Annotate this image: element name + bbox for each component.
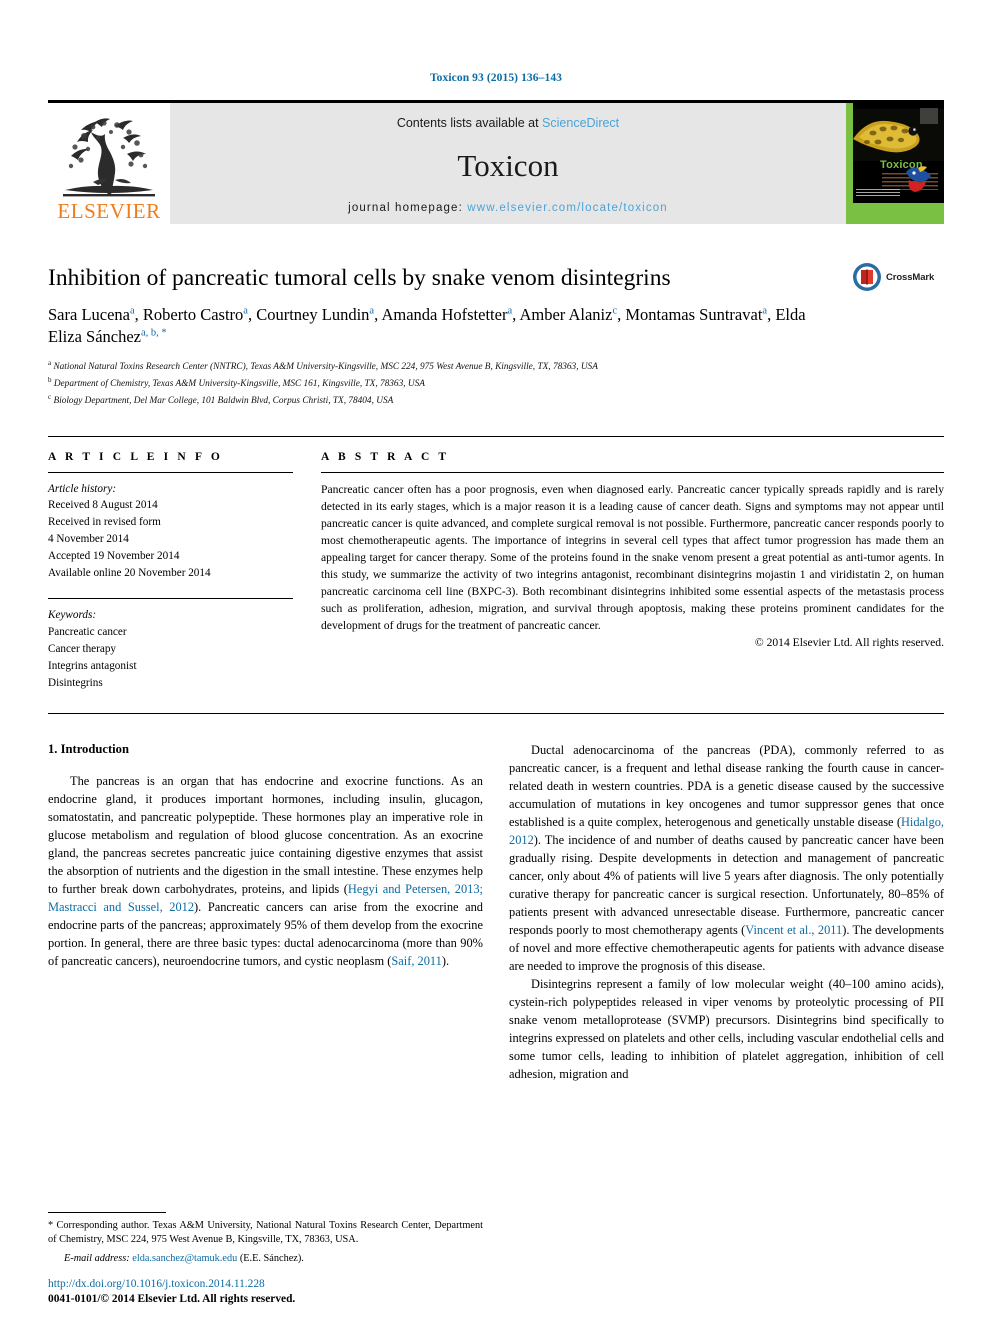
history-item: Available online 20 November 2014 [48, 566, 211, 579]
citation-link[interactable]: Vincent et al., 2011 [745, 923, 842, 937]
journal-masthead: ELSEVIER Contents lists available at Sci… [48, 100, 944, 224]
affiliation-text: Department of Chemistry, Texas A&M Unive… [53, 379, 425, 390]
footnote-text: * Corresponding author. Texas A&M Univer… [48, 1219, 483, 1267]
elsevier-wordmark: ELSEVIER [57, 199, 161, 223]
abstract-text: Pancreatic cancer often has a poor progn… [321, 482, 944, 632]
keyword-item: Pancreatic cancer [48, 626, 127, 639]
keywords-label: Keywords: [48, 609, 97, 622]
email-suffix: (E.E. Sánchez). [237, 1253, 304, 1265]
author-affil-mark[interactable]: a, b, * [141, 328, 167, 339]
cover-publisher-mark [920, 108, 938, 124]
author-entry: Courtney Lundina, [256, 305, 381, 324]
journal-cover-thumbnail: Toxicon [846, 103, 944, 224]
abstract-column: A B S T R A C T Pancreatic cancer often … [321, 451, 944, 692]
section-heading-introduction: 1. Introduction [48, 742, 129, 757]
abstract-divider [321, 471, 944, 473]
affiliation-mark: b [48, 376, 52, 385]
author-entry: Montamas Suntravata, [625, 305, 775, 324]
author-name: Montamas Suntravat [625, 304, 763, 324]
affiliation-list: a National Natural Toxins Research Cente… [48, 358, 944, 409]
history-item: 4 November 2014 [48, 533, 129, 545]
contents-available-line: Contents lists available at ScienceDirec… [397, 116, 619, 130]
homepage-label: journal homepage: [348, 202, 468, 214]
author-name: Roberto Castro [142, 304, 244, 324]
history-item: Received 8 August 2014 [48, 499, 158, 512]
citation-link[interactable]: Saif, 2011 [391, 954, 441, 968]
corresponding-author-footnote: * Corresponding author. Texas A&M Univer… [48, 1211, 483, 1267]
abstract-heading: A B S T R A C T [321, 450, 450, 463]
author-name: Courtney Lundin [256, 304, 370, 324]
footnote-body: Corresponding author. Texas A&M Universi… [48, 1219, 483, 1246]
affiliation-text: National Natural Toxins Research Center … [53, 362, 598, 373]
crossmark-label: CrossMark [886, 271, 935, 283]
keyword-item: Disintegrins [48, 676, 103, 689]
author-list: Sara Lucenaa, Roberto Castroa, Courtney … [48, 304, 838, 350]
affiliation-item: c Biology Department, Del Mar College, 1… [48, 392, 944, 409]
cover-green-footer [846, 203, 944, 224]
paragraph-text: Ductal adenocarcinoma of the pancreas (P… [509, 743, 944, 830]
affiliation-text: Biology Department, Del Mar College, 101… [53, 396, 394, 407]
affiliation-item: b Department of Chemistry, Texas A&M Uni… [48, 375, 944, 392]
abstract-copyright: © 2014 Elsevier Ltd. All rights reserved… [754, 635, 944, 649]
author-entry: Roberto Castroa, [143, 305, 256, 324]
elsevier-logo: ELSEVIER [48, 103, 170, 224]
affiliation-mark: c [48, 393, 52, 402]
info-abstract-section: A R T I C L E I N F O Article history: R… [48, 435, 944, 692]
author-name: Sara Lucena [48, 304, 130, 324]
article-info-divider [48, 471, 293, 473]
affiliation-item: a National Natural Toxins Research Cente… [48, 358, 944, 375]
paragraph-text: The pancreas is an organ that has endocr… [48, 774, 483, 897]
paragraph: The pancreas is an organ that has endocr… [48, 773, 483, 971]
body-column-left: 1. Introduction The pancreas is an organ… [48, 742, 483, 1084]
paragraph: Disintegrins represent a family of low m… [509, 977, 944, 1082]
author-separator: , [247, 304, 257, 324]
keywords-list: Pancreatic cancer Cancer therapy Integri… [48, 624, 293, 691]
paragraph: Ductal adenocarcinoma of the pancreas (P… [509, 742, 944, 976]
article-history-label: Article history: [48, 482, 117, 495]
footnote-divider [48, 1211, 166, 1213]
affiliation-mark: a [48, 359, 52, 368]
history-item: Accepted 19 November 2014 [48, 549, 180, 562]
sciencedirect-link[interactable]: ScienceDirect [542, 116, 619, 130]
article-history-list: Received 8 August 2014 Received in revis… [48, 497, 293, 581]
doi-footer: http://dx.doi.org/10.1016/j.toxicon.2014… [48, 1274, 508, 1305]
paragraph-text: ). [441, 954, 450, 969]
running-head: Toxicon 93 (2015) 136–143 [429, 72, 563, 84]
masthead-center: Contents lists available at ScienceDirec… [170, 103, 846, 224]
author-separator: , [134, 304, 143, 324]
author-entry: Sara Lucenaa, [48, 305, 143, 324]
journal-title: Toxicon [457, 147, 559, 183]
article-title-block: CrossMark Inhibition of pancreatic tumor… [48, 262, 944, 410]
crossmark-badge[interactable]: CrossMark [852, 262, 944, 292]
elsevier-tree-icon [63, 118, 155, 197]
email-link[interactable]: elda.sanchez@tamuk.edu [132, 1253, 237, 1264]
keyword-item: Cancer therapy [48, 642, 117, 655]
journal-homepage-line: journal homepage: www.elsevier.com/locat… [348, 202, 668, 214]
author-name: Amber Alaniz [519, 304, 613, 324]
author-entry: Amber Alanizc, [519, 305, 625, 324]
cover-emblem-icon [906, 166, 931, 192]
doi-link[interactable]: http://dx.doi.org/10.1016/j.toxicon.2014… [48, 1278, 265, 1290]
contents-prefix: Contents lists available at [396, 116, 543, 130]
article-info-heading: A R T I C L E I N F O [48, 450, 223, 463]
email-label: E-mail address: [64, 1253, 130, 1265]
crossmark-icon [853, 263, 881, 291]
paragraph-text: ). The incidence of and number of deaths… [509, 833, 944, 938]
email-line: E-mail address: elda.sanchez@tamuk.edu (… [48, 1252, 483, 1267]
cover-caption-block [856, 189, 900, 198]
article-info-column: A R T I C L E I N F O Article history: R… [48, 451, 293, 692]
homepage-url[interactable]: www.elsevier.com/locate/toxicon [467, 202, 668, 214]
author-name: Amanda Hofstetter [381, 304, 508, 324]
history-item: Received in revised form [48, 516, 161, 529]
keywords-divider [48, 598, 293, 600]
keyword-item: Integrins antagonist [48, 659, 137, 672]
body-top-divider [48, 713, 944, 715]
body-column-right: Ductal adenocarcinoma of the pancreas (P… [509, 742, 944, 1084]
page-title: Inhibition of pancreatic tumoral cells b… [48, 265, 671, 291]
keywords-block: Keywords: Pancreatic cancer Cancer thera… [48, 598, 293, 691]
journal-article-page: Toxicon 93 (2015) 136–143 ELSEVIER Conte… [0, 0, 992, 1323]
article-body: 1. Introduction The pancreas is an organ… [48, 742, 944, 1084]
author-entry: Amanda Hofstettera, [381, 305, 519, 324]
issn-copyright: 0041-0101/© 2014 Elsevier Ltd. All right… [48, 1293, 296, 1305]
